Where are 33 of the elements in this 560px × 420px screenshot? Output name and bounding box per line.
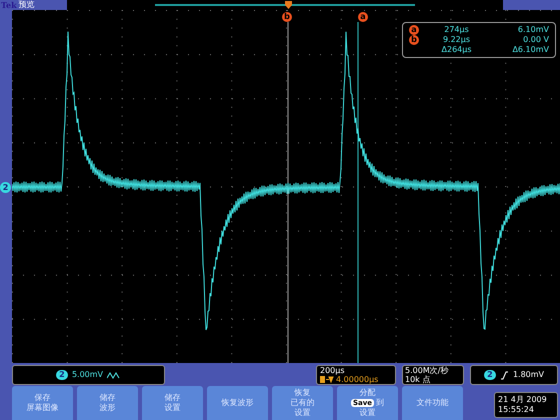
brand-label: Tek [1,0,17,10]
channel-badge: 2 [484,370,496,380]
record-length: 10k 点 [405,375,432,384]
cursor-marker: b [409,35,419,45]
cursor-time: 9.22µs [442,35,472,45]
trigger-position: 4.00000µs [336,375,378,384]
cursor-marker: a [409,25,419,35]
channel-badge: 2 [56,370,68,380]
menu-button[interactable]: 文件功能 [402,386,463,420]
cursor-value: 0.00 V [522,35,549,45]
menu-button[interactable]: 恢复波形 [207,386,268,420]
cursor-time: Δ264µs [440,45,472,55]
cursor-marker: b [282,12,292,22]
date-label: 21 4月 2009 [498,395,548,405]
trigger-delay-icon [320,376,334,383]
channel-scale: 5.00mV [72,369,104,381]
rising-edge-icon [500,370,508,380]
trigger-level: 1.80mV [512,369,544,381]
cursor-value: 6.10mV [516,25,549,35]
channel-marker: 2 [0,182,11,193]
cursor-marker: a [358,12,368,22]
timebase-scale: 200µs [320,366,346,375]
cursor-time: 274µs [443,25,470,35]
menu-button[interactable]: 储存 波形 [77,386,138,420]
cursor-value: Δ6.10mV [511,45,549,55]
menu-button[interactable]: 恢复 已有的 设置 [272,386,333,420]
trigger-position-icon [285,1,292,9]
sample-rate: 5.00M次/秒 [405,366,450,375]
bandwidth-limit-icon [107,372,122,378]
acquisition-mode: 预览 [18,0,35,10]
time-label: 15:55:24 [498,405,535,415]
menu-button[interactable]: 储存 设置 [142,386,203,420]
menu-button[interactable]: 保存 屏幕图像 [12,386,73,420]
